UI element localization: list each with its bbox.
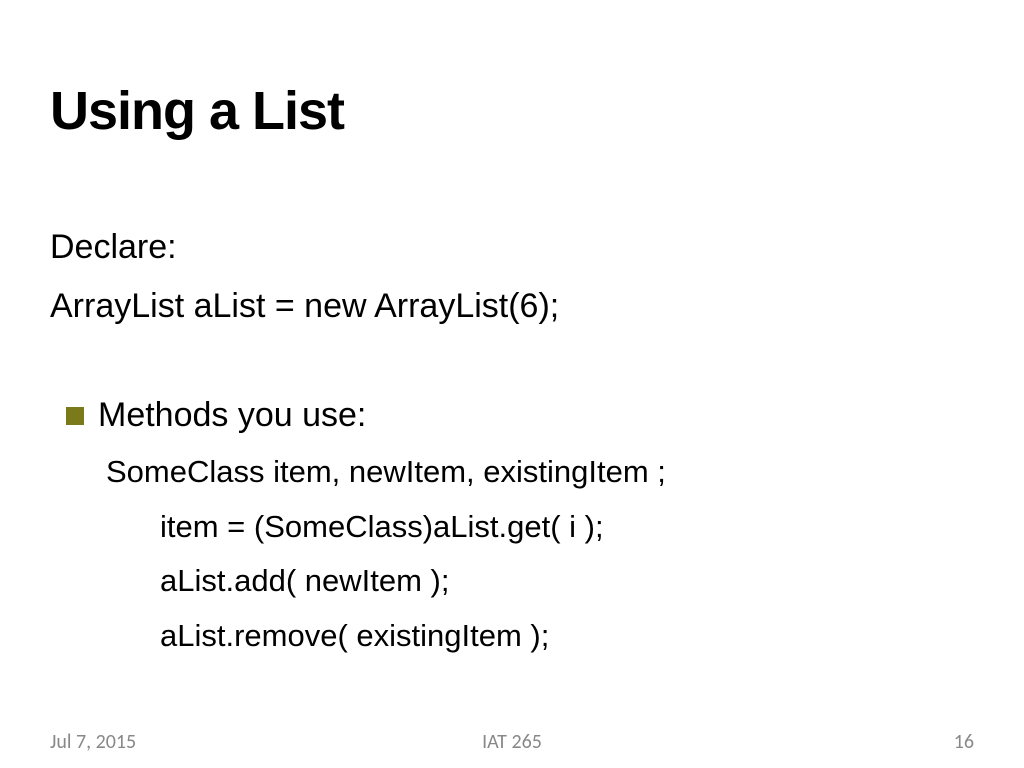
slide-container: Using a List Declare: ArrayList aList = … bbox=[0, 0, 1024, 768]
declare-label: Declare: bbox=[50, 222, 974, 273]
code-line-4: aList.remove( existingItem ); bbox=[160, 613, 974, 660]
code-line-1: SomeClass item, newItem, existingItem ; bbox=[106, 449, 974, 496]
spacer bbox=[50, 340, 974, 390]
slide-body: Declare: ArrayList aList = new ArrayList… bbox=[50, 222, 974, 659]
slide-title: Using a List bbox=[50, 80, 974, 142]
slide-footer: Jul 7, 2015 IAT 265 16 bbox=[50, 730, 974, 754]
declare-code: ArrayList aList = new ArrayList(6); bbox=[50, 281, 974, 332]
square-bullet-icon bbox=[66, 407, 84, 425]
methods-label: Methods you use: bbox=[98, 390, 366, 441]
footer-course: IAT 265 bbox=[482, 730, 542, 754]
footer-page: 16 bbox=[954, 730, 974, 754]
footer-date: Jul 7, 2015 bbox=[50, 730, 136, 754]
methods-bullet-line: Methods you use: bbox=[66, 390, 974, 441]
code-line-2: item = (SomeClass)aList.get( i ); bbox=[160, 504, 974, 551]
code-line-3: aList.add( newItem ); bbox=[160, 558, 974, 605]
